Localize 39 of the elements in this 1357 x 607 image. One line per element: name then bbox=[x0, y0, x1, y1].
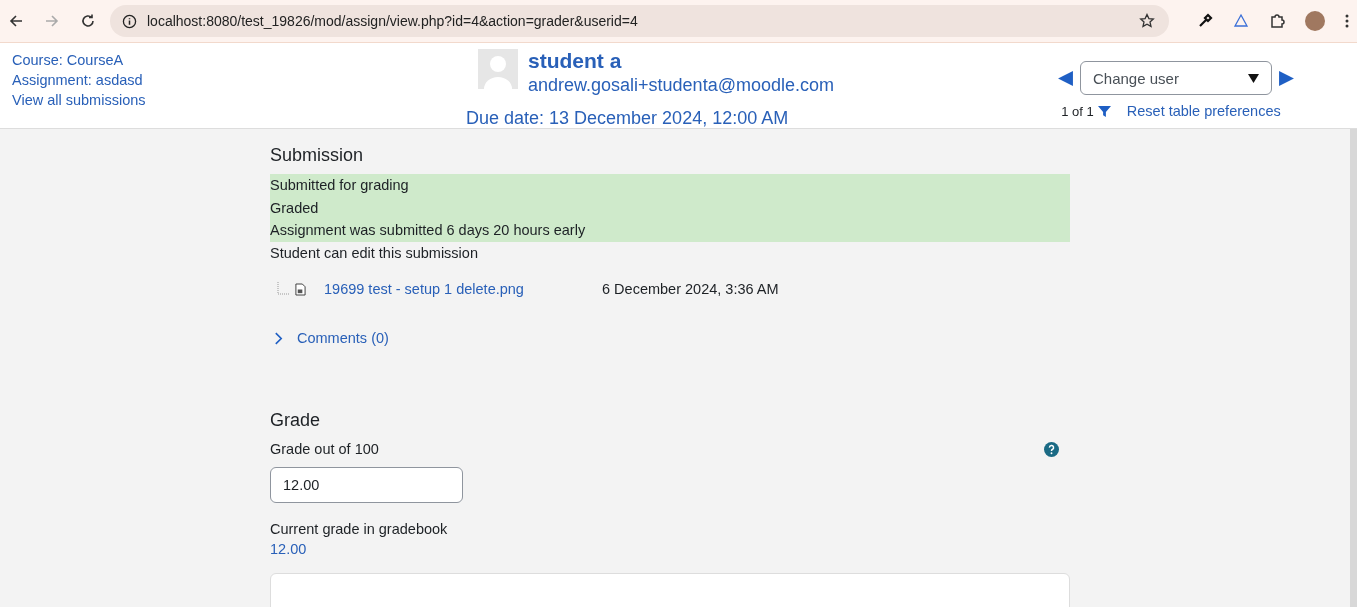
user-count: 1 of 1 bbox=[1061, 103, 1094, 119]
nav-link[interactable]: Course: CourseA bbox=[12, 52, 452, 68]
nav-link[interactable]: View all submissions bbox=[12, 92, 452, 108]
scrollbar[interactable] bbox=[1350, 129, 1357, 607]
address-bar[interactable]: localhost:8080/test_19826/mod/assign/view.php?id=4&action=grader&userid=4 bbox=[110, 5, 1169, 37]
file-date: 6 December 2024, 3:36 AM bbox=[602, 281, 779, 297]
back-icon[interactable] bbox=[8, 13, 24, 29]
comments-toggle[interactable]: Comments (0) bbox=[274, 330, 389, 346]
field-label: Grade out of 100 bbox=[270, 441, 379, 457]
tree-line-icon bbox=[277, 282, 289, 296]
eyedropper-icon[interactable] bbox=[1197, 13, 1213, 29]
section-heading: Grade bbox=[270, 410, 322, 431]
status-line: Student can edit this submission bbox=[270, 243, 479, 263]
star-icon[interactable] bbox=[1139, 13, 1155, 29]
user-name[interactable]: student a bbox=[528, 49, 834, 73]
reset-link[interactable]: Reset table preferences bbox=[1126, 103, 1281, 119]
filter-icon[interactable] bbox=[1097, 104, 1111, 118]
file-link[interactable]: 19699 test - setup 1 delete.png bbox=[324, 281, 596, 297]
nav-link[interactable]: Assignment: asdasd bbox=[12, 72, 452, 88]
change-user-select[interactable]: Change user bbox=[1080, 61, 1272, 95]
info-icon[interactable] bbox=[122, 13, 137, 29]
profile-avatar[interactable] bbox=[1305, 11, 1325, 31]
chevron-icon bbox=[274, 331, 283, 345]
next-icon[interactable] bbox=[1278, 69, 1295, 87]
file-icon bbox=[295, 282, 306, 296]
reload-icon[interactable] bbox=[80, 13, 96, 29]
grade-input[interactable]: 12.00 bbox=[270, 467, 463, 503]
previous-icon[interactable] bbox=[1057, 69, 1074, 87]
dropdown-icon bbox=[1248, 72, 1259, 84]
due-date: Due date: 13 December 2024, 12:00 AM bbox=[466, 108, 789, 129]
puzzle-icon[interactable] bbox=[1269, 13, 1285, 29]
help-icon[interactable] bbox=[1044, 441, 1059, 457]
user-avatar bbox=[478, 49, 518, 89]
section-heading: Submission bbox=[270, 145, 365, 166]
field-label: Current grade in gradebook bbox=[270, 521, 449, 537]
triangle-icon[interactable] bbox=[1233, 13, 1249, 29]
menu-icon[interactable] bbox=[1345, 13, 1349, 29]
current-grade-link[interactable]: 12.00 bbox=[270, 541, 307, 557]
user-email[interactable]: andrew.gosali+studenta@moodle.com bbox=[528, 75, 834, 96]
